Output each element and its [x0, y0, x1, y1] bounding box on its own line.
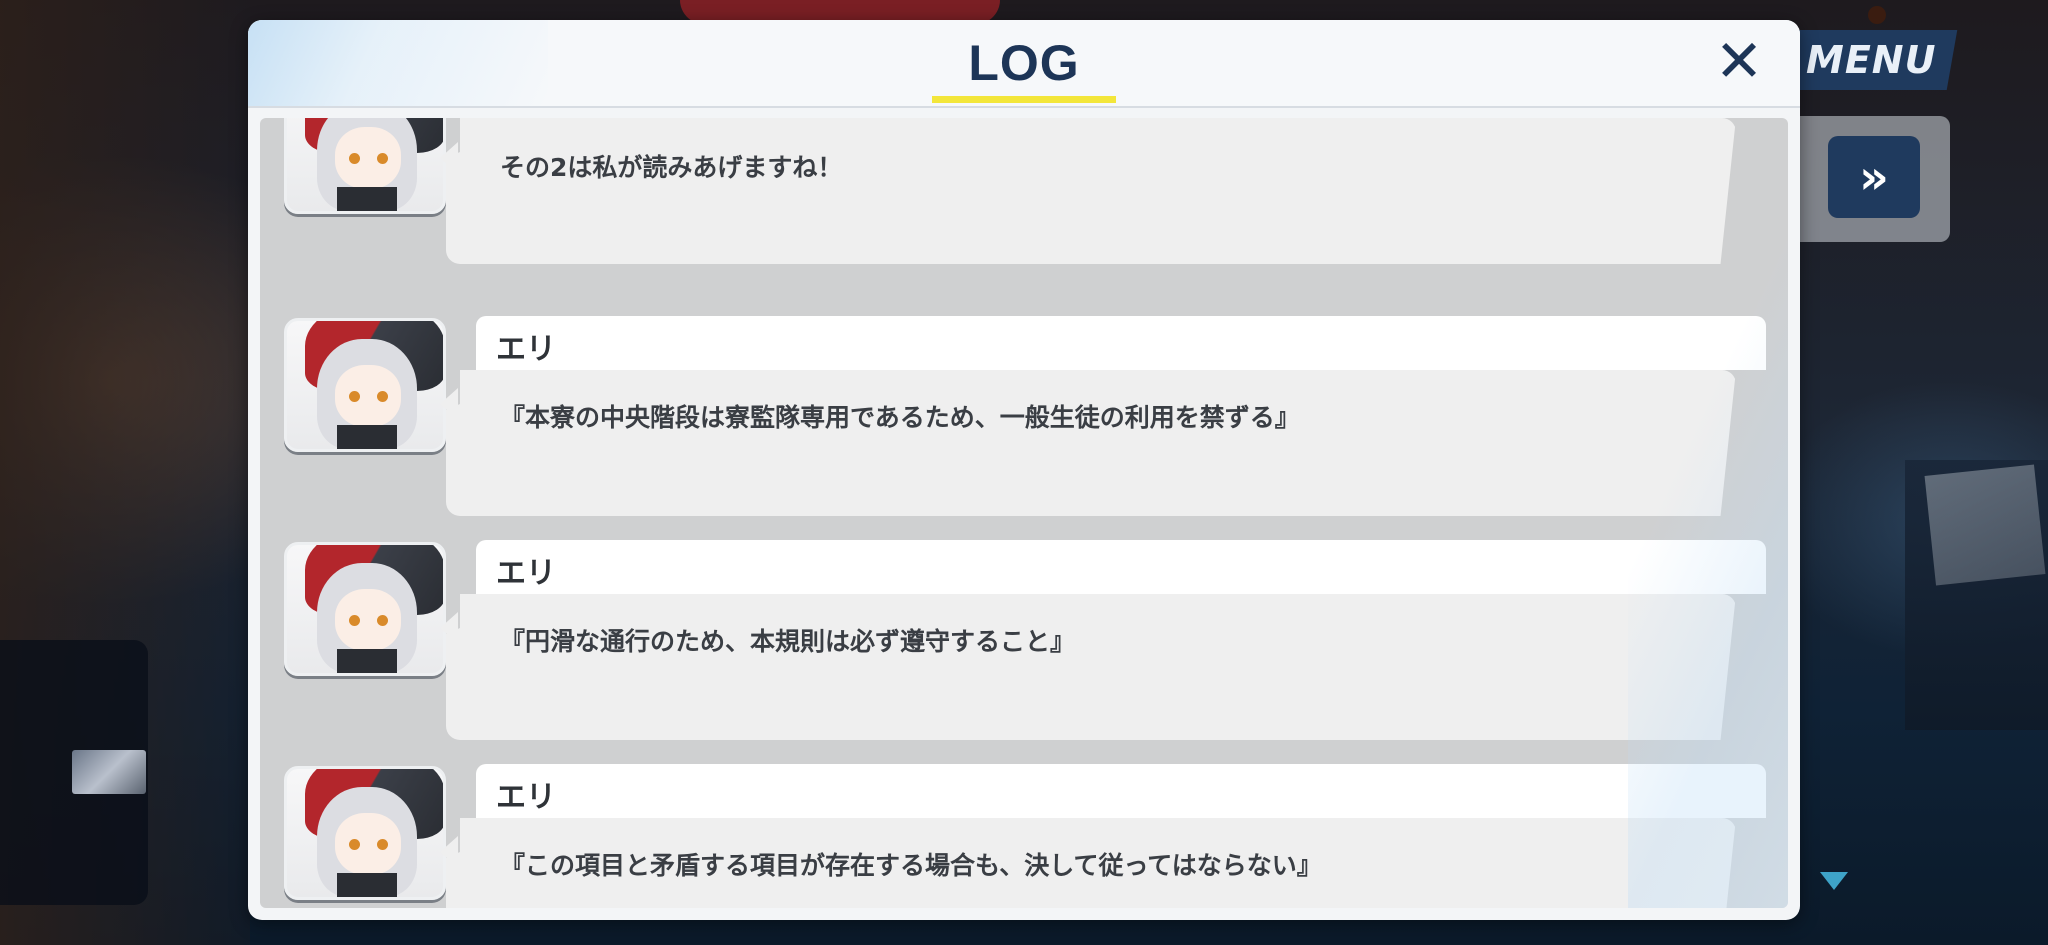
speaker-avatar [284, 118, 446, 214]
bubble-tail [440, 388, 458, 420]
speaker-avatar [284, 766, 446, 900]
log-list[interactable]: その2は私が読みあげますね！ エリ 『本寮の中央階段は寮監隊専用であるため、一般… [260, 118, 1788, 908]
speaker-name-box [476, 316, 1766, 370]
fast-forward-button[interactable]: » [1828, 136, 1920, 218]
log-entry: エリ 『本寮の中央階段は寮監隊専用であるため、一般生徒の利用を禁ずる』 [260, 316, 1788, 523]
message-text: 『円滑な通行のため、本規則は必ず遵守すること』 [500, 627, 1076, 656]
speaker-name-box [476, 764, 1766, 818]
speaker-avatar [284, 318, 446, 452]
speaker-name: エリ [496, 556, 556, 591]
log-entry: エリ 『円滑な通行のため、本規則は必ず遵守すること』 [260, 540, 1788, 747]
bubble-tail [440, 142, 458, 174]
close-icon: ✕ [1714, 27, 1764, 95]
message-bubble [446, 118, 1736, 264]
log-dialog: LOG ✕ その2は私が読みあげますね！ エリ 『本寮の中央階段は寮監隊専用であ… [248, 20, 1800, 920]
title-underline [932, 96, 1116, 103]
speaker-name: エリ [496, 332, 556, 367]
menu-button[interactable]: MENU [1784, 30, 1958, 90]
log-entry: エリ 『この項目と矛盾する項目が存在する場合も、決して従ってはならない』 [260, 764, 1788, 908]
speaker-name-box [476, 540, 1766, 594]
chevron-down-icon[interactable] [1820, 872, 1848, 890]
background-detail [1868, 6, 1886, 24]
speaker-avatar [284, 542, 446, 676]
log-entry: その2は私が読みあげますね！ [260, 118, 1788, 333]
dialog-title: LOG [968, 35, 1080, 91]
message-text: その2は私が読みあげますね！ [500, 153, 843, 182]
fast-forward-icon: » [1859, 150, 1889, 204]
background-notice-paper [1924, 464, 2046, 586]
menu-button-label: MENU [1805, 38, 1937, 82]
message-bubble [446, 370, 1736, 516]
message-bubble [446, 594, 1736, 740]
bubble-tail [440, 836, 458, 868]
message-text: 『この項目と矛盾する項目が存在する場合も、決して従ってはならない』 [500, 851, 1322, 880]
bubble-tail [440, 612, 458, 644]
close-button[interactable]: ✕ [1708, 30, 1770, 92]
log-dialog-header: LOG ✕ [248, 20, 1800, 108]
background-thumbnail [72, 750, 146, 794]
speaker-name: エリ [496, 780, 556, 815]
message-text: 『本寮の中央階段は寮監隊専用であるため、一般生徒の利用を禁ずる』 [500, 403, 1300, 432]
